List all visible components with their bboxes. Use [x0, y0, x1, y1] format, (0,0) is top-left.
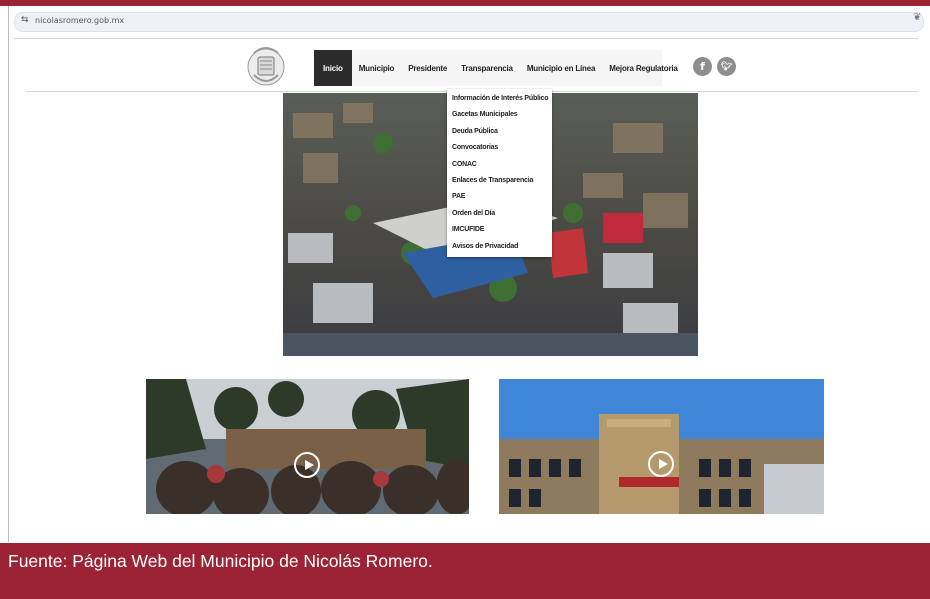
- menu-item-conac[interactable]: CONAC: [447, 157, 552, 173]
- menu-item-informacion-interes-publico[interactable]: Información de Interés Público: [447, 91, 552, 107]
- menu-item-orden-del-dia[interactable]: Orden del Día: [447, 206, 552, 222]
- twitter-icon[interactable]: 🐦︎: [717, 57, 736, 76]
- site-info-icon[interactable]: ⇆: [21, 15, 29, 25]
- nav-municipio[interactable]: Municipio: [352, 50, 402, 86]
- menu-item-gacetas-municipales[interactable]: Gacetas Municipales: [447, 107, 552, 123]
- menu-item-avisos-privacidad[interactable]: Avisos de Privacidad: [447, 239, 552, 255]
- main-navigation: Inicio Municipio Presidente Transparenci…: [314, 50, 678, 86]
- video-2-image: [499, 379, 824, 514]
- header-divider-top: [14, 38, 918, 39]
- menu-item-imcufide[interactable]: IMCUFIDE: [447, 222, 552, 238]
- menu-item-pae[interactable]: PAE: [447, 189, 552, 205]
- menu-item-convocatorias[interactable]: Convocatorias: [447, 140, 552, 156]
- menu-item-enlaces-transparencia[interactable]: Enlaces de Transparencia: [447, 173, 552, 189]
- transparencia-dropdown-menu: Información de Interés Público Gacetas M…: [447, 89, 552, 257]
- menu-item-deuda-publica[interactable]: Deuda Pública: [447, 124, 552, 140]
- nav-inicio[interactable]: Inicio: [314, 50, 352, 86]
- nav-municipio-en-linea[interactable]: Municipio en Línea: [520, 50, 602, 86]
- facebook-icon[interactable]: f: [693, 57, 712, 76]
- address-bar[interactable]: ⇆ nicolasromero.gob.mx: [14, 12, 924, 32]
- source-caption: Fuente: Página Web del Municipio de Nico…: [8, 551, 433, 571]
- nav-mejora-regulatoria[interactable]: Mejora Regulatoria: [602, 50, 684, 86]
- nav-presidente[interactable]: Presidente: [401, 50, 454, 86]
- video-1-image: [146, 379, 469, 514]
- url-text[interactable]: nicolasromero.gob.mx: [35, 16, 124, 25]
- video-thumbnail-1[interactable]: [146, 379, 469, 514]
- extensions-icon[interactable]: ❦: [913, 12, 921, 23]
- municipal-seal-logo[interactable]: [246, 45, 286, 87]
- play-icon[interactable]: [648, 451, 674, 477]
- video-thumbnail-2[interactable]: [499, 379, 824, 514]
- play-icon[interactable]: [294, 452, 320, 478]
- nav-transparencia[interactable]: Transparencia: [454, 50, 520, 86]
